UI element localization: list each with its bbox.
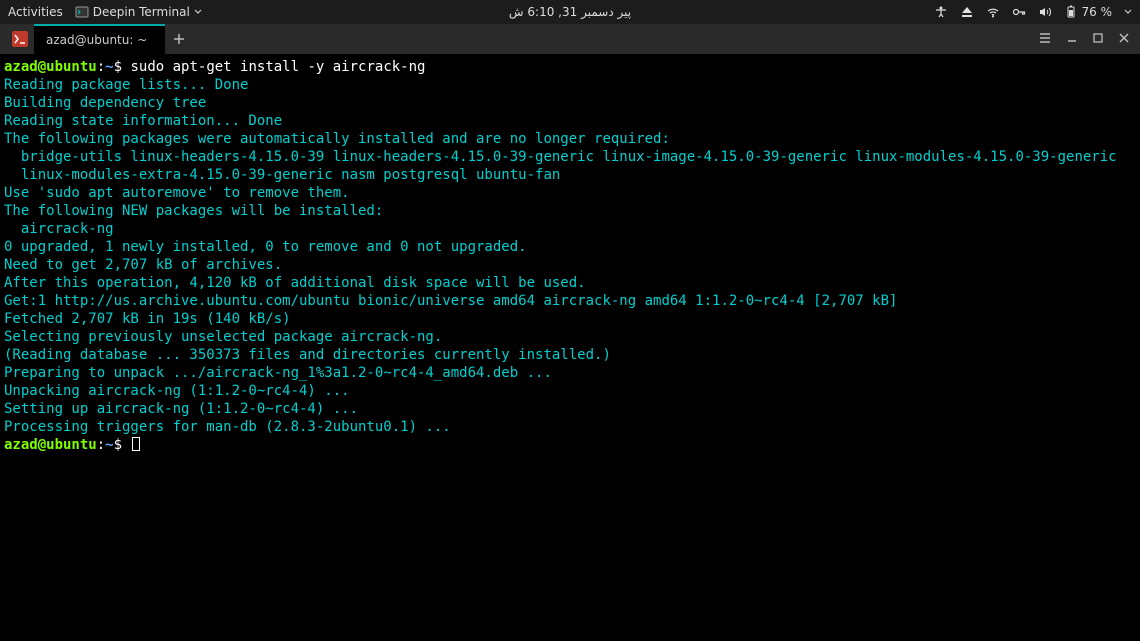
output-line: bridge-utils linux-headers-4.15.0-39 lin… [4, 149, 1117, 165]
maximize-icon [1092, 32, 1104, 44]
terminal-viewport[interactable]: azad@ubuntu:~$ sudo apt-get install -y a… [0, 54, 1140, 458]
prompt-dollar: $ [114, 59, 122, 75]
prompt-colon: : [97, 59, 105, 75]
battery-indicator[interactable]: 76 % [1064, 5, 1113, 19]
menu-button[interactable] [1038, 31, 1052, 48]
new-tab-button[interactable] [165, 24, 193, 54]
output-line: Need to get 2,707 kB of archives. [4, 257, 282, 273]
eject-icon[interactable] [960, 5, 974, 19]
hamburger-icon [1038, 31, 1052, 45]
output-line: After this operation, 4,120 kB of additi… [4, 275, 586, 291]
output-line: The following NEW packages will be insta… [4, 203, 383, 219]
cursor [132, 437, 140, 451]
output-line: The following packages were automaticall… [4, 131, 670, 147]
close-button[interactable] [1118, 32, 1130, 47]
output-line: linux-modules-extra-4.15.0-39-generic na… [4, 167, 560, 183]
terminal-tab-bar: azad@ubuntu: ~ [0, 24, 1140, 54]
chevron-down-icon[interactable] [1124, 8, 1132, 16]
chevron-down-icon [194, 8, 202, 16]
close-icon [1118, 32, 1130, 44]
output-line: Reading package lists... Done [4, 77, 248, 93]
prompt-path: ~ [105, 59, 113, 75]
output-line: aircrack-ng [4, 221, 114, 237]
output-line: Fetched 2,707 kB in 19s (140 kB/s) [4, 311, 1133, 327]
battery-icon [1064, 5, 1078, 19]
maximize-button[interactable] [1092, 32, 1104, 47]
clock[interactable]: پیر دسمبر 31, 6:10 ش [509, 5, 631, 19]
terminal-app-icon [75, 5, 89, 19]
plus-icon [173, 33, 185, 45]
prompt-user: azad@ubuntu [4, 59, 97, 75]
wifi-icon[interactable] [986, 5, 1000, 19]
terminal-tab[interactable]: azad@ubuntu: ~ [34, 24, 165, 54]
output-line: Reading state information... Done [4, 113, 282, 129]
gnome-top-bar: Activities Deepin Terminal پیر دسمبر 31,… [0, 0, 1140, 24]
prompt-dollar: $ [114, 437, 122, 453]
command-input: sudo apt-get install -y aircrack-ng [122, 59, 425, 75]
tab-title: azad@ubuntu: ~ [46, 33, 147, 47]
minimize-button[interactable] [1066, 32, 1078, 47]
prompt-colon: : [97, 437, 105, 453]
output-line: 0 upgraded, 1 newly installed, 0 to remo… [4, 239, 527, 255]
output-line: Preparing to unpack .../aircrack-ng_1%3a… [4, 365, 552, 381]
app-menu-label: Deepin Terminal [93, 5, 190, 19]
output-line: (Reading database ... 350373 files and d… [4, 347, 611, 363]
battery-percentage: 76 % [1082, 5, 1113, 19]
app-menu[interactable]: Deepin Terminal [75, 5, 202, 19]
output-line: Get:1 http://us.archive.ubuntu.com/ubunt… [4, 293, 897, 309]
volume-icon[interactable] [1038, 5, 1052, 19]
output-line: Setting up aircrack-ng (1:1.2-0~rc4-4) .… [4, 401, 358, 417]
accessibility-icon[interactable] [934, 5, 948, 19]
output-line: Unpacking aircrack-ng (1:1.2-0~rc4-4) ..… [4, 383, 350, 399]
output-line: Processing triggers for man-db (2.8.3-2u… [4, 419, 451, 435]
minimize-icon [1066, 32, 1078, 44]
prompt-path: ~ [105, 437, 113, 453]
output-line: Use 'sudo apt autoremove' to remove them… [4, 185, 350, 201]
vpn-key-icon[interactable] [1012, 5, 1026, 19]
activities-button[interactable]: Activities [8, 5, 63, 19]
terminal-window-icon [6, 24, 34, 54]
output-line: Selecting previously unselected package … [4, 329, 442, 345]
prompt-user: azad@ubuntu [4, 437, 97, 453]
output-line: Building dependency tree [4, 95, 265, 111]
